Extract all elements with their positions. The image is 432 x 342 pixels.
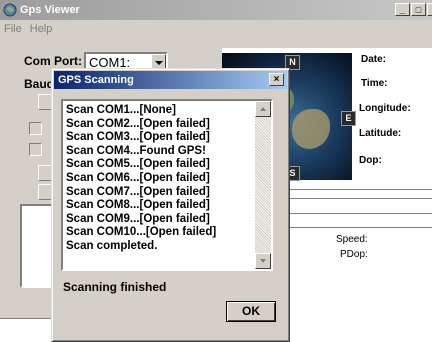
compass-east: E	[341, 111, 356, 126]
list-item: Scan COM7...[Open failed]	[66, 185, 210, 198]
gps-scanning-dialog: GPS Scanning × Scan COM1...[None] Scan C…	[51, 68, 290, 342]
list-item: Scan COM2...[Open failed]	[66, 117, 210, 130]
minimize-icon[interactable]: _	[395, 3, 410, 16]
menu-help[interactable]: Help	[30, 23, 53, 35]
dialog-title: GPS Scanning	[58, 74, 134, 86]
divider	[272, 227, 432, 228]
speed-label: Speed:	[336, 234, 368, 245]
scan-status-text: Scanning finished	[63, 280, 167, 294]
time-label: Time:	[361, 78, 388, 89]
pdop-label: PDop:	[340, 249, 368, 260]
option-checkbox-1[interactable]	[29, 122, 42, 135]
close-icon[interactable]: ×	[269, 73, 284, 86]
list-item: Scan COM4...Found GPS!	[66, 144, 206, 157]
scan-log-lines: Scan COM1...[None] Scan COM2...[Open fai…	[66, 104, 216, 254]
list-item: Scan COM3...[Open failed]	[66, 131, 210, 144]
vertical-scrollbar[interactable]	[255, 101, 271, 269]
scroll-up-arrow-icon[interactable]	[255, 101, 271, 117]
divider	[272, 198, 432, 199]
longitude-label: Longitude:	[359, 103, 411, 114]
close-icon[interactable]: ×	[427, 3, 432, 16]
list-item: Scan COM5...[Open failed]	[66, 158, 210, 171]
dop-label: Dop:	[359, 155, 382, 166]
scan-log-list[interactable]: Scan COM1...[None] Scan COM2...[Open fai…	[61, 99, 273, 271]
list-item: Scan COM6...[Open failed]	[66, 171, 210, 184]
list-item: Scan completed.	[66, 239, 158, 252]
main-title-bar: Gps Viewer _ □ ×	[0, 0, 432, 20]
divider	[272, 213, 432, 214]
dialog-title-bar: GPS Scanning ×	[54, 71, 287, 89]
list-item: Scan COM10...[Open failed]	[66, 226, 217, 239]
option-checkbox-2[interactable]	[29, 143, 42, 156]
scroll-down-arrow-icon[interactable]	[255, 253, 271, 269]
menu-file[interactable]: File	[4, 23, 22, 35]
main-window-title: Gps Viewer	[20, 4, 80, 16]
gps-app-icon	[3, 3, 17, 17]
divider	[272, 189, 432, 190]
list-item: Scan COM8...[Open failed]	[66, 199, 210, 212]
maximize-icon[interactable]: □	[411, 3, 426, 16]
latitude-label: Latitude:	[359, 128, 402, 139]
baud-label: Baud	[24, 77, 54, 91]
list-item: Scan COM9...[Open failed]	[66, 212, 210, 225]
com-port-label: Com Port:	[24, 54, 82, 68]
menu-bar: File Help	[0, 20, 432, 38]
list-item: Scan COM1...[None]	[66, 104, 176, 116]
globe-land	[292, 109, 330, 149]
ok-button[interactable]: OK	[226, 301, 276, 322]
date-label: Date:	[361, 54, 387, 65]
